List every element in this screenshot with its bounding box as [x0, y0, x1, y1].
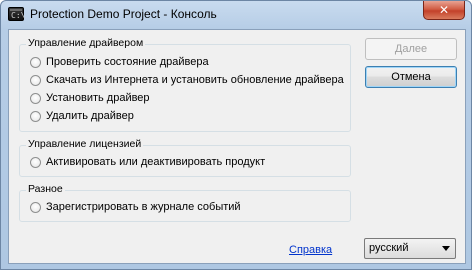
misc-group-label: Разное: [26, 183, 65, 195]
language-select-value: русский: [369, 242, 409, 254]
title-bar[interactable]: C:\ Protection Demo Project - Консоль ✕: [1, 1, 471, 29]
next-button[interactable]: Далее: [365, 38, 457, 60]
close-icon: ✕: [438, 3, 450, 17]
window-title: Protection Demo Project - Консоль: [30, 7, 217, 21]
driver-group-label: Управление драйвером: [26, 37, 146, 49]
radio-button[interactable]: [30, 201, 41, 213]
radio-button[interactable]: [30, 92, 41, 104]
radio-check-driver-status[interactable]: Проверить состояние драйвера: [30, 54, 209, 70]
radio-button[interactable]: [30, 156, 41, 168]
cancel-button[interactable]: Отмена: [365, 66, 457, 88]
driver-management-group: Управление драйвером Проверить состояние…: [19, 37, 351, 132]
radio-label: Зарегистрировать в журнале событий: [46, 201, 241, 213]
radio-label: Проверить состояние драйвера: [46, 56, 209, 68]
console-app-icon: C:\: [8, 7, 26, 21]
chevron-down-icon: [442, 246, 450, 251]
dialog-body: Управление драйвером Проверить состояние…: [8, 29, 466, 264]
radio-register-event-log[interactable]: Зарегистрировать в журнале событий: [30, 199, 241, 215]
radio-activate-product[interactable]: Активировать или деактивировать продукт: [30, 154, 265, 170]
help-link[interactable]: Справка: [289, 244, 332, 256]
radio-remove-driver[interactable]: Удалить драйвер: [30, 108, 134, 124]
radio-install-driver[interactable]: Установить драйвер: [30, 90, 150, 106]
radio-button[interactable]: [30, 74, 41, 86]
misc-group: Разное Зарегистрировать в журнале событи…: [19, 183, 351, 222]
radio-label: Активировать или деактивировать продукт: [46, 156, 266, 168]
license-group-label: Управление лицензией: [26, 138, 144, 150]
license-management-group: Управление лицензией Активировать или де…: [19, 138, 351, 177]
radio-label: Скачать из Интернета и установить обновл…: [46, 74, 344, 86]
radio-download-update-driver[interactable]: Скачать из Интернета и установить обновл…: [30, 72, 344, 88]
console-window: C:\ Protection Demo Project - Консоль ✕ …: [0, 0, 472, 270]
radio-label: Удалить драйвер: [46, 110, 134, 122]
close-button[interactable]: ✕: [423, 1, 465, 20]
radio-button[interactable]: [30, 56, 41, 68]
radio-label: Установить драйвер: [46, 92, 150, 104]
app-icon-text: C:\: [11, 11, 26, 20]
language-select[interactable]: русский: [364, 238, 456, 259]
radio-button[interactable]: [30, 110, 41, 122]
